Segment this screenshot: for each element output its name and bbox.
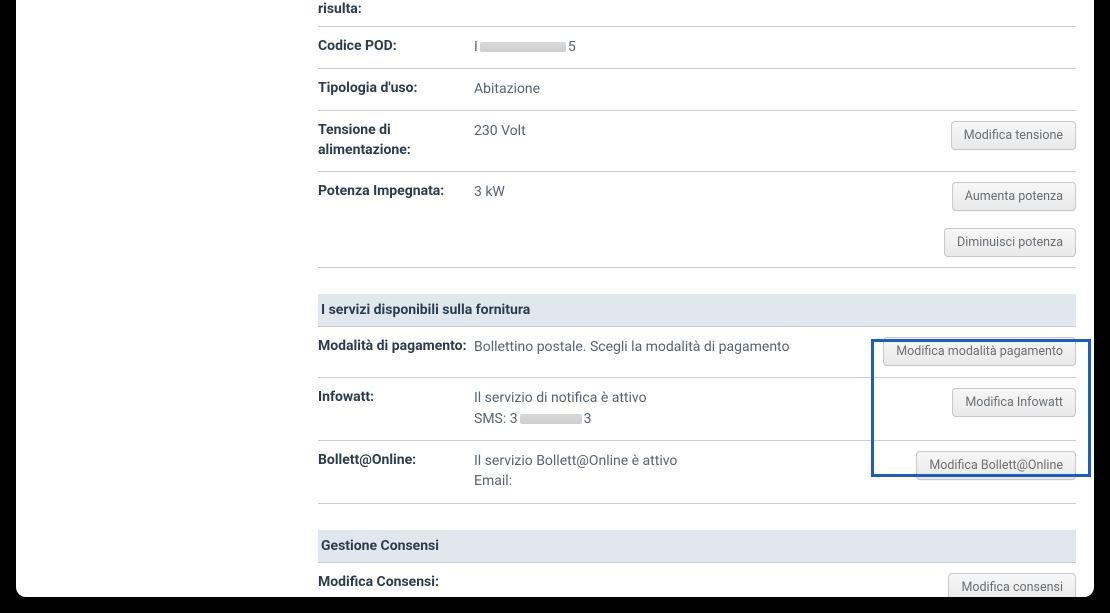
- modifica-infowatt-button[interactable]: Modifica Infowatt: [952, 388, 1076, 417]
- pod-suffix: 5: [568, 39, 576, 55]
- row-tipologia: Tipologia d'uso: Abitazione: [318, 69, 1076, 111]
- diminuisci-potenza-button[interactable]: Diminuisci potenza: [944, 228, 1076, 257]
- bollett-email: Email:: [474, 471, 898, 491]
- label-codice-pod: Codice POD:: [318, 37, 474, 57]
- redacted-pod: [480, 42, 566, 52]
- section-header-consensi: Gestione Consensi: [318, 530, 1076, 563]
- row-diminuisci-potenza: Diminuisci potenza: [318, 228, 1076, 268]
- row-codice-pod: Codice POD: I5: [318, 27, 1076, 69]
- modifica-pagamento-button[interactable]: Modifica modalità pagamento: [883, 337, 1076, 366]
- value-codice-pod: I5: [474, 37, 1076, 57]
- card-panel: risulta: Codice POD: I5 Tipologia d'uso:…: [16, 0, 1094, 597]
- value-infowatt: Il servizio di notifica è attivo SMS: 33: [474, 388, 906, 429]
- infowatt-status: Il servizio di notifica è attivo: [474, 388, 898, 408]
- value-bollettonline: Il servizio Bollett@Online è attivo Emai…: [474, 451, 906, 492]
- aumenta-potenza-button[interactable]: Aumenta potenza: [952, 182, 1076, 211]
- modifica-bollett-button[interactable]: Modifica Bollett@Online: [916, 451, 1076, 480]
- row-bollettonline: Bollett@Online: Il servizio Bollett@Onli…: [318, 441, 1076, 504]
- label-risulta: risulta:: [318, 0, 474, 20]
- row-modifica-consensi: Modifica Consensi: Modifica consensi: [318, 563, 1076, 597]
- modifica-consensi-button[interactable]: Modifica consensi: [948, 573, 1076, 597]
- row-distributore-truncated: risulta:: [318, 0, 1076, 27]
- section-header-servizi: I servizi disponibili sulla fornitura: [318, 294, 1076, 327]
- label-tensione: Tensione di alimentazione:: [318, 121, 474, 160]
- value-potenza: 3 kW: [474, 182, 906, 202]
- modifica-tensione-button[interactable]: Modifica tensione: [951, 121, 1076, 150]
- label-bollettonline: Bollett@Online:: [318, 451, 474, 471]
- row-potenza: Potenza Impegnata: 3 kW Aumenta potenza: [318, 172, 1076, 222]
- value-tipologia: Abitazione: [474, 79, 1076, 99]
- infowatt-sms: SMS: 33: [474, 409, 898, 429]
- row-tensione: Tensione di alimentazione: 230 Volt Modi…: [318, 111, 1076, 172]
- label-modifica-consensi: Modifica Consensi:: [318, 573, 474, 593]
- row-modalita-pagamento: Modalità di pagamento: Bollettino postal…: [318, 327, 1076, 378]
- value-pagamento: Bollettino postale. Scegli la modalità d…: [474, 337, 883, 357]
- label-tipologia: Tipologia d'uso:: [318, 79, 474, 99]
- value-tensione: 230 Volt: [474, 121, 906, 141]
- bollett-status: Il servizio Bollett@Online è attivo: [474, 451, 898, 471]
- label-pagamento: Modalità di pagamento:: [318, 337, 474, 357]
- label-infowatt: Infowatt:: [318, 388, 474, 408]
- redacted-sms: [520, 414, 582, 424]
- content-area: risulta: Codice POD: I5 Tipologia d'uso:…: [318, 0, 1076, 597]
- row-infowatt: Infowatt: Il servizio di notifica è atti…: [318, 378, 1076, 441]
- pod-prefix: I: [474, 39, 478, 55]
- label-potenza: Potenza Impegnata:: [318, 182, 474, 202]
